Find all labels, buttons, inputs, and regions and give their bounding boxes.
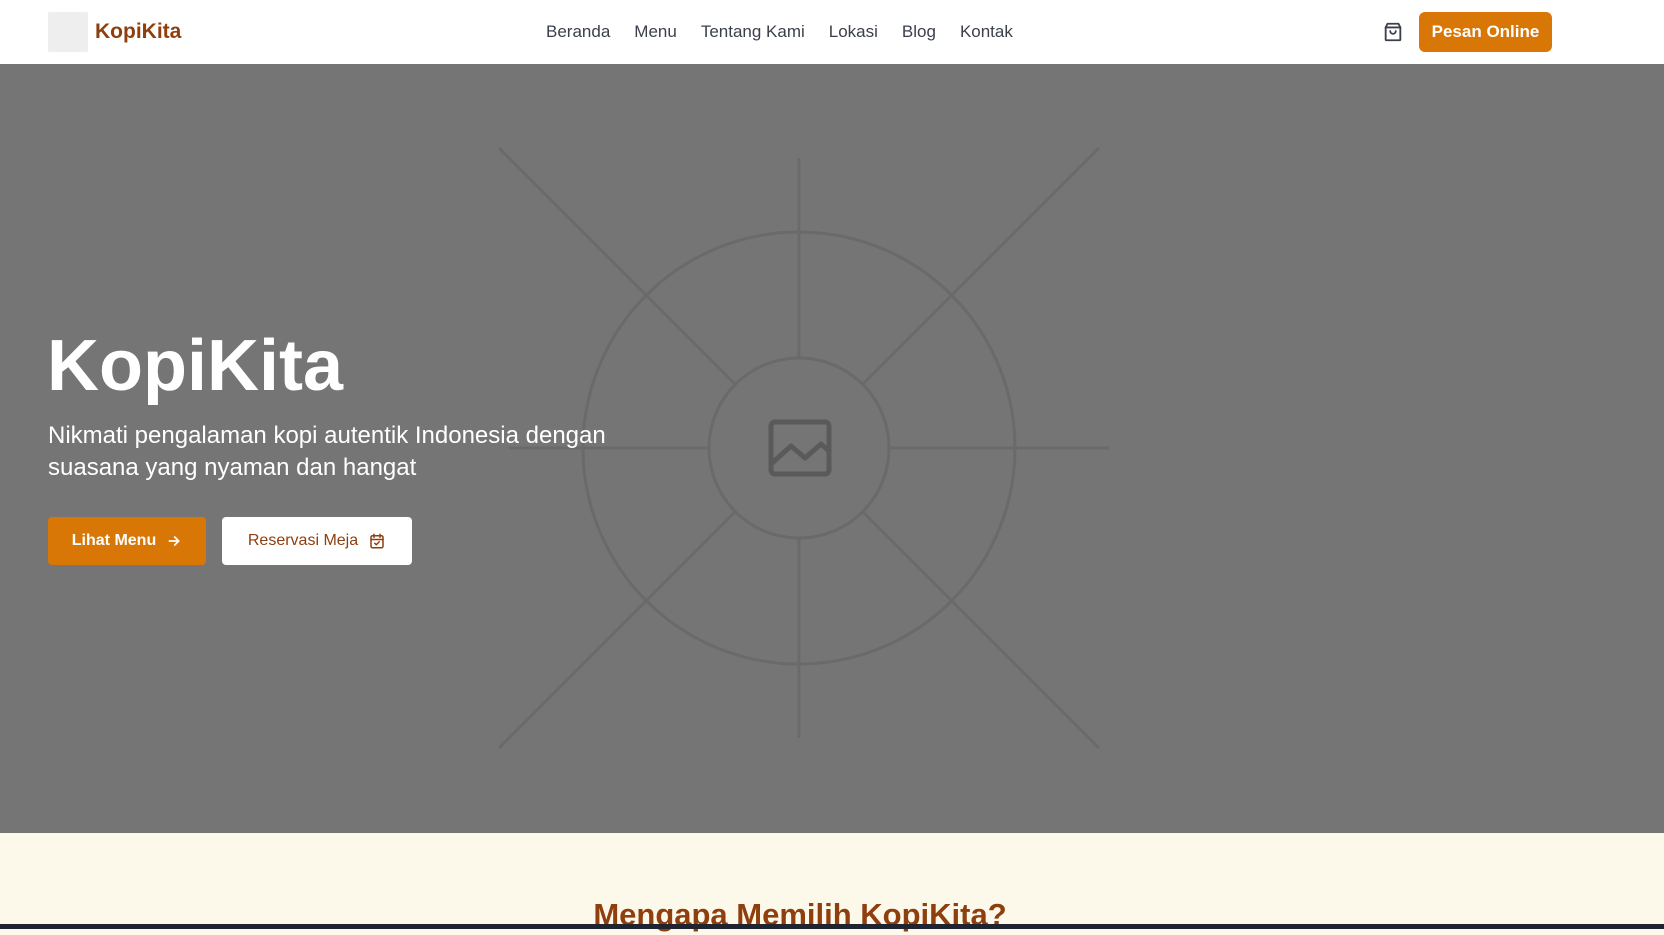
- nav-item-tentang-kami[interactable]: Tentang Kami: [701, 20, 805, 44]
- brand-name[interactable]: KopiKita: [95, 18, 181, 46]
- hero-title: KopiKita: [47, 326, 343, 406]
- hero-section: KopiKita Nikmati pengalaman kopi autenti…: [0, 64, 1664, 833]
- reserve-table-label: Reservasi Meja: [247, 532, 359, 549]
- site-header: KopiKita Beranda Menu Tentang Kami Lokas…: [0, 0, 1664, 64]
- main-nav: Beranda Menu Tentang Kami Lokasi Blog Ko…: [546, 20, 1013, 44]
- reserve-table-button[interactable]: Reservasi Meja: [222, 517, 412, 565]
- nav-item-menu[interactable]: Menu: [634, 20, 677, 44]
- logo-image[interactable]: [48, 12, 88, 52]
- view-menu-button[interactable]: Lihat Menu: [48, 517, 206, 565]
- calendar-check-icon: [368, 532, 386, 550]
- shopping-bag-icon[interactable]: [1382, 21, 1404, 43]
- arrow-right-icon: [166, 533, 182, 549]
- nav-item-kontak[interactable]: Kontak: [960, 20, 1013, 44]
- nav-item-lokasi[interactable]: Lokasi: [829, 20, 878, 44]
- hero-subtitle: Nikmati pengalaman kopi autentik Indones…: [48, 422, 606, 481]
- features-section-title: Mengapa Memilih KopiKita?: [593, 897, 1007, 932]
- nav-item-beranda[interactable]: Beranda: [546, 20, 610, 44]
- order-online-button[interactable]: Pesan Online: [1419, 12, 1552, 52]
- window-bottom-edge: [0, 924, 1664, 929]
- view-menu-label: Lihat Menu: [71, 532, 157, 549]
- nav-item-blog[interactable]: Blog: [902, 20, 936, 44]
